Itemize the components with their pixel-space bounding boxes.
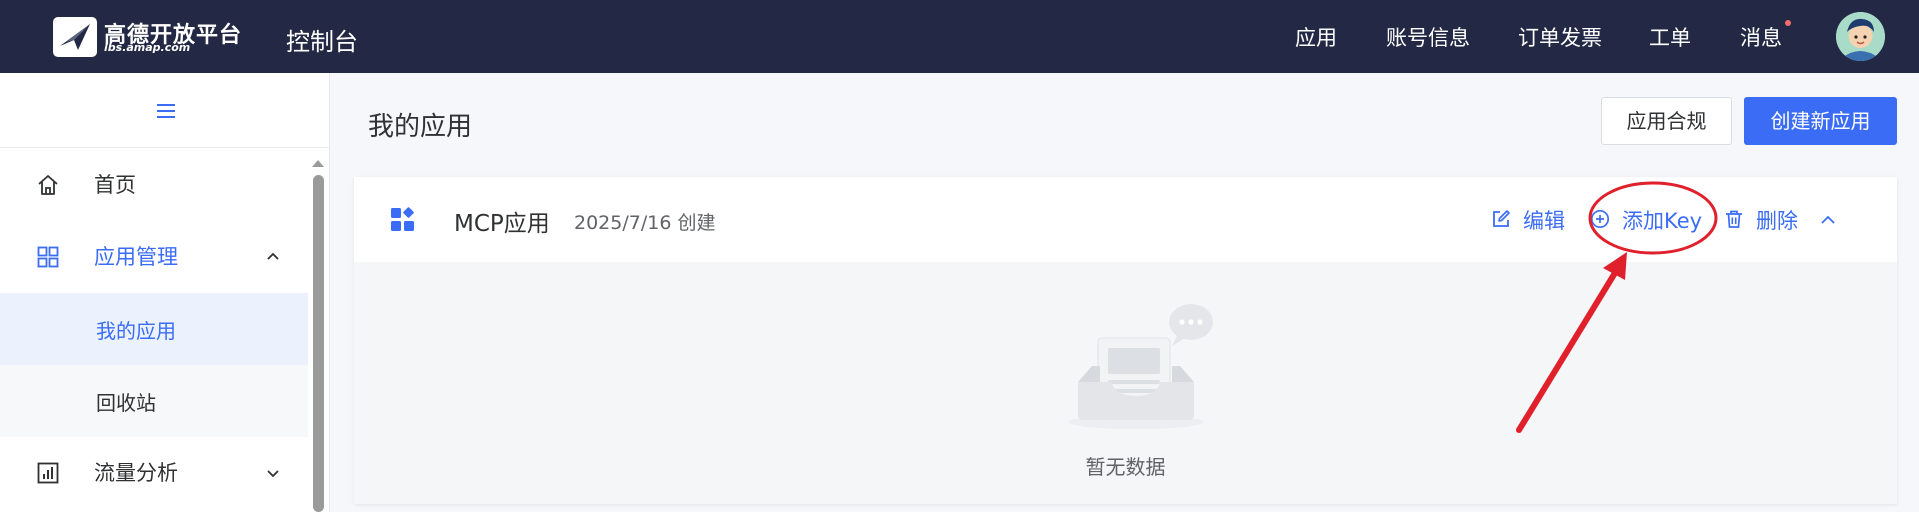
sidebar-item-label: 首页 <box>94 173 136 197</box>
app-compliance-button[interactable]: 应用合规 <box>1601 97 1732 145</box>
home-icon <box>36 173 60 197</box>
sidebar-item-home[interactable]: 首页 <box>0 149 308 221</box>
app-created-date: 2025/7/16 创建 <box>574 212 716 234</box>
sidebar-item-label: 我的应用 <box>96 319 176 343</box>
page-title: 我的应用 <box>368 112 473 142</box>
scroll-up-arrow-icon[interactable] <box>311 153 325 167</box>
chevron-up-icon <box>265 249 281 265</box>
console-title: 控制台 <box>286 28 358 56</box>
chevron-down-icon <box>265 465 281 481</box>
empty-state-text: 暂无数据 <box>1085 455 1166 479</box>
nav-invoice[interactable]: 订单发票 <box>1518 22 1602 52</box>
nav-account[interactable]: 账号信息 <box>1386 22 1470 52</box>
chevron-up-icon[interactable] <box>1819 211 1837 229</box>
nav-apps[interactable]: 应用 <box>1295 22 1337 52</box>
sidebar-item-label: 回收站 <box>96 391 156 415</box>
sidebar-item-traffic-analysis[interactable]: 流量分析 <box>0 437 308 509</box>
unread-dot <box>1785 20 1791 26</box>
app-card: MCP应用 2025/7/16 创建 编辑 添加Key 删除 暂无数据 <box>354 177 1897 504</box>
sidebar-item-app-management[interactable]: 应用管理 <box>0 221 308 293</box>
app-card-header: MCP应用 2025/7/16 创建 编辑 添加Key 删除 <box>354 177 1897 262</box>
sidebar-scrollbar-thumb[interactable] <box>313 175 324 512</box>
brand-url: lbs.amap.com <box>104 41 191 54</box>
avatar[interactable] <box>1836 12 1885 61</box>
delete-label: 删除 <box>1756 209 1798 233</box>
sidebar-item-recycle-bin[interactable]: 回收站 <box>0 365 308 437</box>
top-navbar: 高德开放平台 lbs.amap.com 控制台 应用 账号信息 订单发票 工单 … <box>0 0 1919 73</box>
sidebar-item-label: 应用管理 <box>94 245 178 269</box>
menu-toggle-icon[interactable] <box>156 101 176 121</box>
trash-icon <box>1724 209 1744 229</box>
edit-icon <box>1491 209 1511 229</box>
app-card-body: 暂无数据 <box>354 262 1897 504</box>
edit-label: 编辑 <box>1523 209 1565 233</box>
add-key-label: 添加Key <box>1622 209 1703 233</box>
sidebar-item-label: 流量分析 <box>94 461 178 485</box>
sidebar: 首页 应用管理 我的应用 回收站 流量分析 <box>0 73 330 512</box>
sidebar-item-my-apps[interactable]: 我的应用 <box>0 293 308 365</box>
grid-icon <box>36 245 60 269</box>
amap-logo[interactable] <box>52 16 98 58</box>
sidebar-divider <box>0 147 330 148</box>
create-app-button[interactable]: 创建新应用 <box>1744 97 1897 145</box>
nav-messages[interactable]: 消息 <box>1740 22 1782 52</box>
app-widgets-icon <box>390 207 416 233</box>
empty-inbox-icon <box>1056 282 1216 432</box>
nav-ticket[interactable]: 工单 <box>1649 22 1691 52</box>
app-name: MCP应用 <box>454 211 550 237</box>
plus-circle-icon <box>1590 209 1610 229</box>
chart-icon <box>36 461 60 485</box>
